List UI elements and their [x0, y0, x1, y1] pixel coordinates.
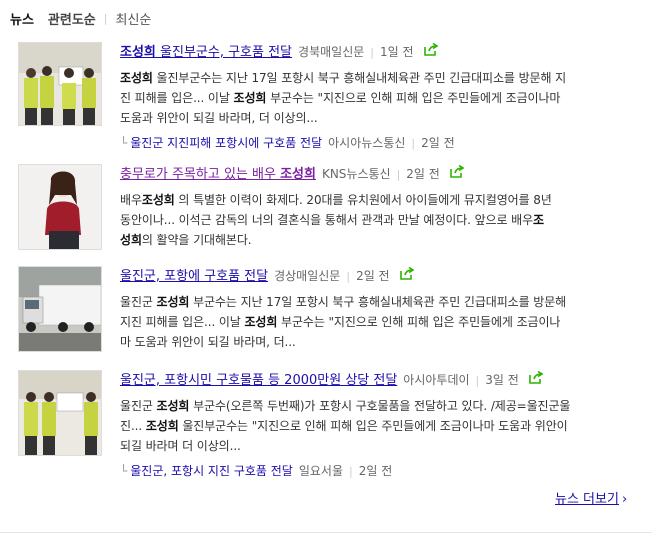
related-news-press[interactable]: 일요서울 [299, 464, 343, 478]
description-line: 동안이나... 이석근 감독의 너의 결혼식을 통해서 관객과 만날 예정이다.… [120, 210, 638, 230]
description-line: 성희의 활약을 기대해본다. [120, 230, 638, 250]
tab-relevance[interactable]: 관련도순 [48, 9, 96, 28]
news-description: 배우조성희 의 특별한 이력이 화제다. 20대를 유치원에서 아이들에게 뮤지… [120, 190, 638, 250]
more-news-link[interactable]: 뉴스 더보기 › [555, 488, 627, 507]
highlight-keyword: 성희 [120, 233, 142, 247]
description-text: 지진 피해를 입은... 이날 [120, 315, 245, 329]
news-title-line: 울진군, 포항시민 구호물품 등 2000만원 상당 전달 아시아투데이 | 3일 전 [120, 370, 638, 390]
share-icon[interactable] [528, 370, 544, 391]
news-time: 1일 전 [380, 45, 414, 59]
related-news: └ 울진군, 포항시 지진 구호품 전달 일요서울 | 2일 전 [120, 464, 393, 478]
description-line: 진 피해를 입은... 이날 조성희 부군수는 "지진으로 인해 피해 입은 주… [120, 88, 638, 108]
share-icon[interactable] [450, 164, 465, 185]
description-line: 조성희 울진부군수는 지난 17일 포항시 북구 흥해실내체육관 주민 긴급대피… [120, 68, 638, 88]
related-arrow-icon: └ [120, 136, 128, 150]
related-news-time: 2일 전 [358, 464, 393, 478]
description-text: 의 활약을 기대해본다. [141, 233, 252, 247]
news-title-link[interactable]: 조성희 울진부군수, 구호품 전달 [120, 45, 292, 60]
description-line: 울진군 조성희 부군수(오른쪽 두번째)가 포항시 구호물품을 전달하고 있다.… [120, 396, 638, 416]
news-title-line: 충무로가 주목하고 있는 배우 조성희 KNS뉴스통신 | 2일 전 [120, 164, 638, 184]
sort-tabs: 뉴스 관련도순 | 최신순 [10, 8, 151, 28]
news-description: 울진군 조성희 부군수는 지난 17일 포항시 북구 흥해실내체육관 주민 긴급… [120, 292, 638, 352]
related-news-title[interactable]: 울진군, 포항시 지진 구호품 전달 [130, 464, 293, 478]
news-thumbnail[interactable] [18, 266, 102, 352]
news-body: 충무로가 주목하고 있는 배우 조성희 KNS뉴스통신 | 2일 전 배우조성희 의 … [120, 164, 638, 250]
news-time: 2일 전 [406, 167, 440, 181]
tab-separator: | [103, 11, 108, 25]
description-text: 진 피해를 입은... 이날 [120, 91, 234, 105]
news-press[interactable]: 아시아투데이 [403, 373, 469, 387]
description-text: 울진부군수는 "지진으로 인해 피해 입은 주민들에게 조금이나마 도움과 위안… [178, 419, 568, 433]
news-body: 울진군, 포항에 구호품 전달 경상매일신문 | 2일 전 울진군 조성희 부군수는 … [120, 266, 638, 352]
tab-latest[interactable]: 최신순 [115, 9, 151, 28]
related-news: └ 울진군 지진피해 포항시에 구호품 전달 아시아뉴스통신 | 2일 전 [120, 136, 455, 150]
share-icon[interactable] [399, 266, 415, 287]
description-text: 부군수는 "지진으로 인해 피해 입은 주민들에게 조금이나마 [266, 91, 561, 105]
news-title-line: 울진군, 포항에 구호품 전달 경상매일신문 | 2일 전 [120, 266, 638, 286]
news-press[interactable]: 경북매일신문 [298, 45, 364, 59]
news-description: 울진군 조성희 부군수(오른쪽 두번째)가 포항시 구호물품을 전달하고 있다.… [120, 396, 638, 456]
description-text: 울진부군수는 지난 17일 포항시 북구 흥해실내체육관 주민 긴급대피소를 방… [152, 71, 567, 85]
description-text: 동안이나... 이석근 감독의 너의 결혼식을 통해서 관객과 만날 예정이다.… [120, 213, 534, 227]
share-icon[interactable] [423, 42, 439, 63]
news-title-link[interactable]: 울진군, 포항시민 구호물품 등 2000만원 상당 전달 [120, 373, 397, 388]
description-line: 되길 바라며 더 이상의... [120, 436, 638, 456]
news-title-link[interactable]: 충무로가 주목하고 있는 배우 조성희 [120, 167, 316, 182]
description-text: 부군수(오른쪽 두번째)가 포항시 구호물품을 전달하고 있다. /제공=울진군… [189, 399, 571, 413]
chevron-right-icon: › [621, 492, 628, 507]
related-news-title[interactable]: 울진군 지진피해 포항시에 구호품 전달 [130, 136, 322, 150]
news-thumbnail[interactable] [18, 164, 102, 250]
description-text: 의 특별한 이력이 화제다. 20대를 유치원에서 아이들에게 뮤지컬영어를 8… [174, 193, 552, 207]
related-news-press[interactable]: 아시아뉴스통신 [328, 136, 405, 150]
news-press[interactable]: KNS뉴스통신 [322, 167, 391, 181]
description-text: 울진군 [120, 295, 157, 309]
news-body: 조성희 울진부군수, 구호품 전달 경북매일신문 | 1일 전 조성희 울진부군수는 … [120, 42, 638, 152]
highlight-keyword: 조성희 [120, 71, 153, 85]
news-title-link[interactable]: 울진군, 포항에 구호품 전달 [120, 269, 268, 284]
description-line: 진... 조성희 울진부군수는 "지진으로 인해 피해 입은 주민들에게 조금이… [120, 416, 638, 436]
news-thumbnail[interactable] [18, 42, 102, 126]
description-text: 부군수는 "지진으로 인해 피해 입은 주민들에게 조금이나 [277, 315, 561, 329]
related-arrow-icon: └ [120, 464, 128, 478]
news-time: 2일 전 [356, 269, 390, 283]
highlight-keyword: 조 [533, 213, 544, 227]
news-thumbnail[interactable] [18, 370, 102, 456]
divider [0, 532, 652, 533]
highlight-keyword: 조성희 [156, 295, 190, 309]
description-text: 마 도움과 위안이 되길 바라며, 더... [120, 335, 296, 349]
tab-news[interactable]: 뉴스 [10, 9, 34, 28]
news-body: 울진군, 포항시민 구호물품 등 2000만원 상당 전달 아시아투데이 | 3일 전… [120, 370, 638, 480]
news-press[interactable]: 경상매일신문 [274, 269, 340, 283]
description-line: 도움과 위안이 되길 바라며, 더 이상의... [120, 108, 638, 128]
highlight-keyword: 조성희 [141, 193, 175, 207]
description-text: 되길 바라며 더 이상의... [120, 439, 241, 453]
description-line: 마 도움과 위안이 되길 바라며, 더... [120, 332, 638, 352]
related-news-time: 2일 전 [421, 136, 455, 150]
news-title-line: 조성희 울진부군수, 구호품 전달 경북매일신문 | 1일 전 [120, 42, 638, 62]
highlight-keyword: 조성희 [145, 419, 179, 433]
description-text: 도움과 위안이 되길 바라며, 더 이상의... [120, 111, 318, 125]
description-line: 지진 피해를 입은... 이날 조성희 부군수는 "지진으로 인해 피해 입은 … [120, 312, 638, 332]
description-text: 진... [120, 419, 146, 433]
highlight-keyword: 조성희 [244, 315, 278, 329]
news-time: 3일 전 [485, 373, 519, 387]
news-description: 조성희 울진부군수는 지난 17일 포항시 북구 흥해실내체육관 주민 긴급대피… [120, 68, 638, 128]
highlight-keyword: 조성희 [233, 91, 267, 105]
description-line: 배우조성희 의 특별한 이력이 화제다. 20대를 유치원에서 아이들에게 뮤지… [120, 190, 638, 210]
description-text: 울진군 [120, 399, 157, 413]
description-line: 울진군 조성희 부군수는 지난 17일 포항시 북구 흥해실내체육관 주민 긴급… [120, 292, 638, 312]
description-text: 부군수는 지난 17일 포항시 북구 흥해실내체육관 주민 긴급대피소를 방문해 [189, 295, 567, 309]
highlight-keyword: 조성희 [156, 399, 190, 413]
description-text: 배우 [120, 193, 142, 207]
